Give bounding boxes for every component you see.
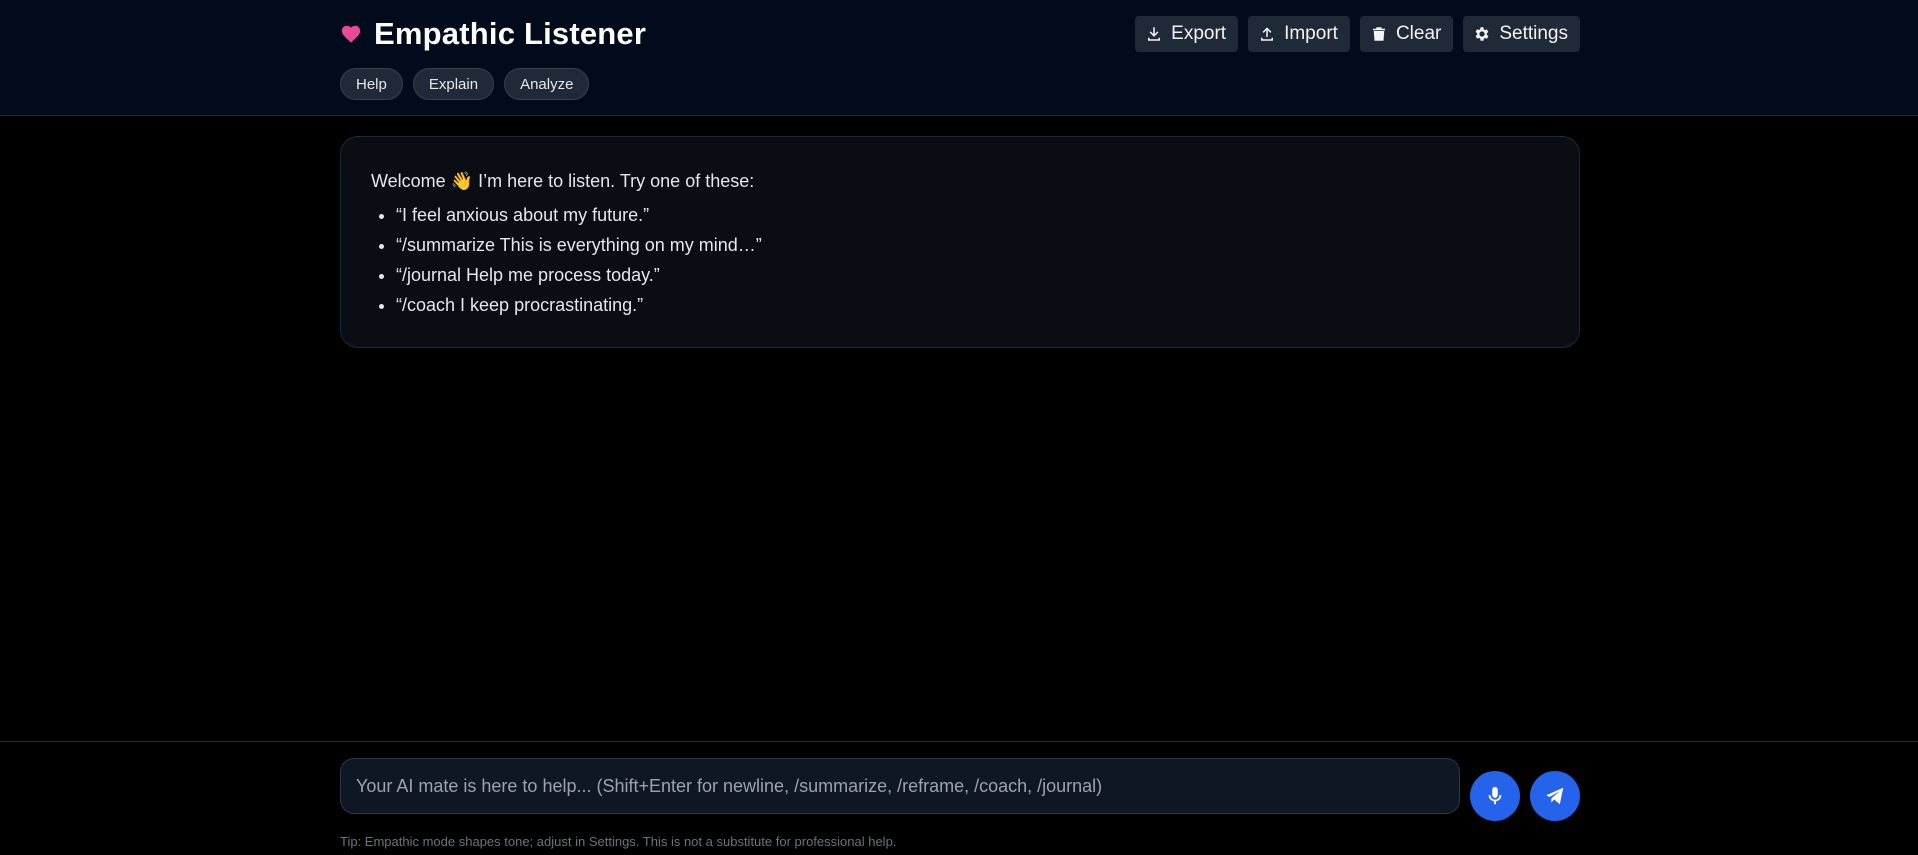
gear-icon bbox=[1475, 27, 1489, 41]
suggestion-item: “/summarize This is everything on my min… bbox=[396, 230, 1549, 260]
upload-icon bbox=[1261, 27, 1274, 41]
export-button[interactable]: Export bbox=[1135, 16, 1239, 52]
suggestion-item: “I feel anxious about my future.” bbox=[396, 200, 1549, 230]
mic-button[interactable] bbox=[1470, 771, 1520, 821]
heart-icon bbox=[340, 23, 362, 45]
send-button[interactable] bbox=[1530, 771, 1580, 821]
quick-action-chips: Help Explain Analyze bbox=[340, 68, 590, 100]
app-title: Empathic Listener bbox=[374, 16, 647, 51]
analyze-chip[interactable]: Analyze bbox=[504, 68, 590, 100]
message-input[interactable] bbox=[340, 758, 1460, 814]
download-icon bbox=[1148, 27, 1161, 41]
clear-label: Clear bbox=[1395, 23, 1442, 44]
app-header: Empathic Listener Export Import Clear Se… bbox=[0, 0, 1918, 116]
import-label: Import bbox=[1284, 23, 1338, 44]
settings-button[interactable]: Settings bbox=[1463, 16, 1580, 52]
suggestion-list: “I feel anxious about my future.” “/summ… bbox=[371, 200, 1549, 320]
paper-plane-icon bbox=[1546, 787, 1564, 805]
welcome-message: Welcome 👋 I’m here to listen. Try one of… bbox=[340, 136, 1580, 348]
export-label: Export bbox=[1171, 23, 1227, 44]
microphone-icon bbox=[1488, 786, 1502, 805]
clear-button[interactable]: Clear bbox=[1359, 16, 1454, 52]
suggestion-item: “/journal Help me process today.” bbox=[396, 260, 1549, 290]
import-button[interactable]: Import bbox=[1248, 16, 1350, 52]
welcome-intro: Welcome 👋 I’m here to listen. Try one of… bbox=[371, 171, 755, 191]
title-row: Empathic Listener bbox=[340, 16, 646, 52]
toolbar: Export Import Clear Settings bbox=[1135, 16, 1580, 52]
explain-chip[interactable]: Explain bbox=[412, 68, 495, 100]
disclaimer-tip: Tip: Empathic mode shapes tone; adjust i… bbox=[340, 834, 897, 849]
help-chip[interactable]: Help bbox=[340, 68, 403, 100]
settings-label: Settings bbox=[1499, 23, 1568, 44]
suggestion-item: “/coach I keep procrastinating.” bbox=[396, 290, 1549, 320]
trash-icon bbox=[1372, 27, 1385, 41]
